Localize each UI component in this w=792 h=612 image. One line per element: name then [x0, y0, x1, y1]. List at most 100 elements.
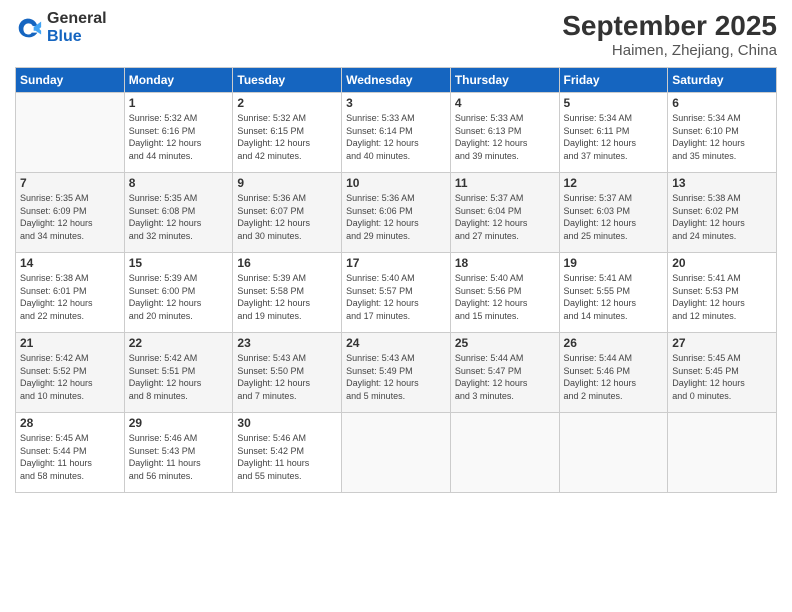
calendar-title: September 2025: [562, 10, 777, 42]
day-number: 25: [455, 336, 555, 350]
day-number: 28: [20, 416, 120, 430]
day-number: 20: [672, 256, 772, 270]
day-number: 23: [237, 336, 337, 350]
day-number: 22: [129, 336, 229, 350]
title-block: September 2025 Haimen, Zhejiang, China: [562, 10, 777, 59]
col-header-saturday: Saturday: [668, 68, 777, 93]
day-info: Sunrise: 5:44 AM Sunset: 5:46 PM Dayligh…: [564, 352, 664, 402]
day-info: Sunrise: 5:46 AM Sunset: 5:43 PM Dayligh…: [129, 432, 229, 482]
day-info: Sunrise: 5:36 AM Sunset: 6:06 PM Dayligh…: [346, 192, 446, 242]
col-header-tuesday: Tuesday: [233, 68, 342, 93]
day-cell: 26 Sunrise: 5:44 AM Sunset: 5:46 PM Dayli…: [559, 333, 668, 413]
day-cell: 25 Sunrise: 5:44 AM Sunset: 5:47 PM Dayli…: [450, 333, 559, 413]
calendar-subtitle: Haimen, Zhejiang, China: [562, 42, 777, 59]
day-cell: 2 Sunrise: 5:32 AM Sunset: 6:15 PM Daylig…: [233, 93, 342, 173]
day-cell: 3 Sunrise: 5:33 AM Sunset: 6:14 PM Daylig…: [342, 93, 451, 173]
day-info: Sunrise: 5:39 AM Sunset: 5:58 PM Dayligh…: [237, 272, 337, 322]
day-cell: 7 Sunrise: 5:35 AM Sunset: 6:09 PM Daylig…: [16, 173, 125, 253]
day-info: Sunrise: 5:35 AM Sunset: 6:09 PM Dayligh…: [20, 192, 120, 242]
day-info: Sunrise: 5:40 AM Sunset: 5:56 PM Dayligh…: [455, 272, 555, 322]
day-info: Sunrise: 5:45 AM Sunset: 5:44 PM Dayligh…: [20, 432, 120, 482]
day-cell: 8 Sunrise: 5:35 AM Sunset: 6:08 PM Daylig…: [124, 173, 233, 253]
day-cell: 6 Sunrise: 5:34 AM Sunset: 6:10 PM Daylig…: [668, 93, 777, 173]
day-cell: 28 Sunrise: 5:45 AM Sunset: 5:44 PM Dayli…: [16, 413, 125, 493]
col-header-monday: Monday: [124, 68, 233, 93]
day-number: 26: [564, 336, 664, 350]
day-info: Sunrise: 5:32 AM Sunset: 6:15 PM Dayligh…: [237, 112, 337, 162]
header: General Blue September 2025 Haimen, Zhej…: [15, 10, 777, 59]
day-cell: 29 Sunrise: 5:46 AM Sunset: 5:43 PM Dayli…: [124, 413, 233, 493]
day-cell: 20Sunrise: 5:41 AM Sunset: 5:53 PM Dayli…: [668, 253, 777, 333]
day-number: 16: [237, 256, 337, 270]
day-info: Sunrise: 5:38 AM Sunset: 6:02 PM Dayligh…: [672, 192, 772, 242]
day-number: 13: [672, 176, 772, 190]
day-cell: 27 Sunrise: 5:45 AM Sunset: 5:45 PM Dayli…: [668, 333, 777, 413]
logo-icon: [15, 14, 43, 42]
week-row-3: 14 Sunrise: 5:38 AM Sunset: 6:01 PM Dayli…: [16, 253, 777, 333]
week-row-4: 21 Sunrise: 5:42 AM Sunset: 5:52 PM Dayli…: [16, 333, 777, 413]
day-cell: 22Sunrise: 5:42 AM Sunset: 5:51 PM Dayli…: [124, 333, 233, 413]
col-header-thursday: Thursday: [450, 68, 559, 93]
day-info: Sunrise: 5:46 AM Sunset: 5:42 PM Dayligh…: [237, 432, 337, 482]
day-number: 11: [455, 176, 555, 190]
day-number: 7: [20, 176, 120, 190]
day-cell: 1 Sunrise: 5:32 AM Sunset: 6:16 PM Daylig…: [124, 93, 233, 173]
day-header-row: SundayMondayTuesdayWednesdayThursdayFrid…: [16, 68, 777, 93]
day-number: 2: [237, 96, 337, 110]
day-number: 29: [129, 416, 229, 430]
day-number: 8: [129, 176, 229, 190]
day-cell: 21 Sunrise: 5:42 AM Sunset: 5:52 PM Dayli…: [16, 333, 125, 413]
col-header-wednesday: Wednesday: [342, 68, 451, 93]
day-cell: 30 Sunrise: 5:46 AM Sunset: 5:42 PM Dayli…: [233, 413, 342, 493]
day-number: 14: [20, 256, 120, 270]
day-cell: 9 Sunrise: 5:36 AM Sunset: 6:07 PM Daylig…: [233, 173, 342, 253]
day-number: 19: [564, 256, 664, 270]
day-number: 18: [455, 256, 555, 270]
day-cell: [342, 413, 451, 493]
week-row-1: 1 Sunrise: 5:32 AM Sunset: 6:16 PM Daylig…: [16, 93, 777, 173]
day-cell: [668, 413, 777, 493]
calendar-page: General Blue September 2025 Haimen, Zhej…: [0, 0, 792, 612]
day-cell: 16 Sunrise: 5:39 AM Sunset: 5:58 PM Dayli…: [233, 253, 342, 333]
day-number: 21: [20, 336, 120, 350]
day-info: Sunrise: 5:44 AM Sunset: 5:47 PM Dayligh…: [455, 352, 555, 402]
day-cell: 14 Sunrise: 5:38 AM Sunset: 6:01 PM Dayli…: [16, 253, 125, 333]
day-info: Sunrise: 5:34 AM Sunset: 6:11 PM Dayligh…: [564, 112, 664, 162]
day-cell: 5 Sunrise: 5:34 AM Sunset: 6:11 PM Daylig…: [559, 93, 668, 173]
day-cell: 13 Sunrise: 5:38 AM Sunset: 6:02 PM Dayli…: [668, 173, 777, 253]
day-info: Sunrise: 5:33 AM Sunset: 6:14 PM Dayligh…: [346, 112, 446, 162]
day-cell: 19Sunrise: 5:41 AM Sunset: 5:55 PM Dayli…: [559, 253, 668, 333]
logo: General Blue: [15, 10, 107, 45]
day-cell: 18 Sunrise: 5:40 AM Sunset: 5:56 PM Dayli…: [450, 253, 559, 333]
day-cell: 11Sunrise: 5:37 AM Sunset: 6:04 PM Dayli…: [450, 173, 559, 253]
day-info: Sunrise: 5:32 AM Sunset: 6:16 PM Dayligh…: [129, 112, 229, 162]
day-cell: 10Sunrise: 5:36 AM Sunset: 6:06 PM Dayli…: [342, 173, 451, 253]
col-header-sunday: Sunday: [16, 68, 125, 93]
day-info: Sunrise: 5:36 AM Sunset: 6:07 PM Dayligh…: [237, 192, 337, 242]
day-number: 3: [346, 96, 446, 110]
day-number: 30: [237, 416, 337, 430]
day-number: 15: [129, 256, 229, 270]
day-number: 27: [672, 336, 772, 350]
day-number: 1: [129, 96, 229, 110]
day-info: Sunrise: 5:42 AM Sunset: 5:52 PM Dayligh…: [20, 352, 120, 402]
day-cell: 24Sunrise: 5:43 AM Sunset: 5:49 PM Dayli…: [342, 333, 451, 413]
logo-general-text: General: [47, 10, 107, 28]
day-info: Sunrise: 5:39 AM Sunset: 6:00 PM Dayligh…: [129, 272, 229, 322]
day-number: 6: [672, 96, 772, 110]
col-header-friday: Friday: [559, 68, 668, 93]
calendar-table: SundayMondayTuesdayWednesdayThursdayFrid…: [15, 67, 777, 493]
day-info: Sunrise: 5:45 AM Sunset: 5:45 PM Dayligh…: [672, 352, 772, 402]
week-row-2: 7 Sunrise: 5:35 AM Sunset: 6:09 PM Daylig…: [16, 173, 777, 253]
day-info: Sunrise: 5:43 AM Sunset: 5:49 PM Dayligh…: [346, 352, 446, 402]
week-row-5: 28 Sunrise: 5:45 AM Sunset: 5:44 PM Dayli…: [16, 413, 777, 493]
day-number: 9: [237, 176, 337, 190]
day-number: 12: [564, 176, 664, 190]
day-info: Sunrise: 5:34 AM Sunset: 6:10 PM Dayligh…: [672, 112, 772, 162]
day-cell: 23Sunrise: 5:43 AM Sunset: 5:50 PM Dayli…: [233, 333, 342, 413]
day-info: Sunrise: 5:35 AM Sunset: 6:08 PM Dayligh…: [129, 192, 229, 242]
day-cell: 4Sunrise: 5:33 AM Sunset: 6:13 PM Daylig…: [450, 93, 559, 173]
day-info: Sunrise: 5:38 AM Sunset: 6:01 PM Dayligh…: [20, 272, 120, 322]
day-number: 5: [564, 96, 664, 110]
logo-text: General Blue: [47, 10, 107, 45]
